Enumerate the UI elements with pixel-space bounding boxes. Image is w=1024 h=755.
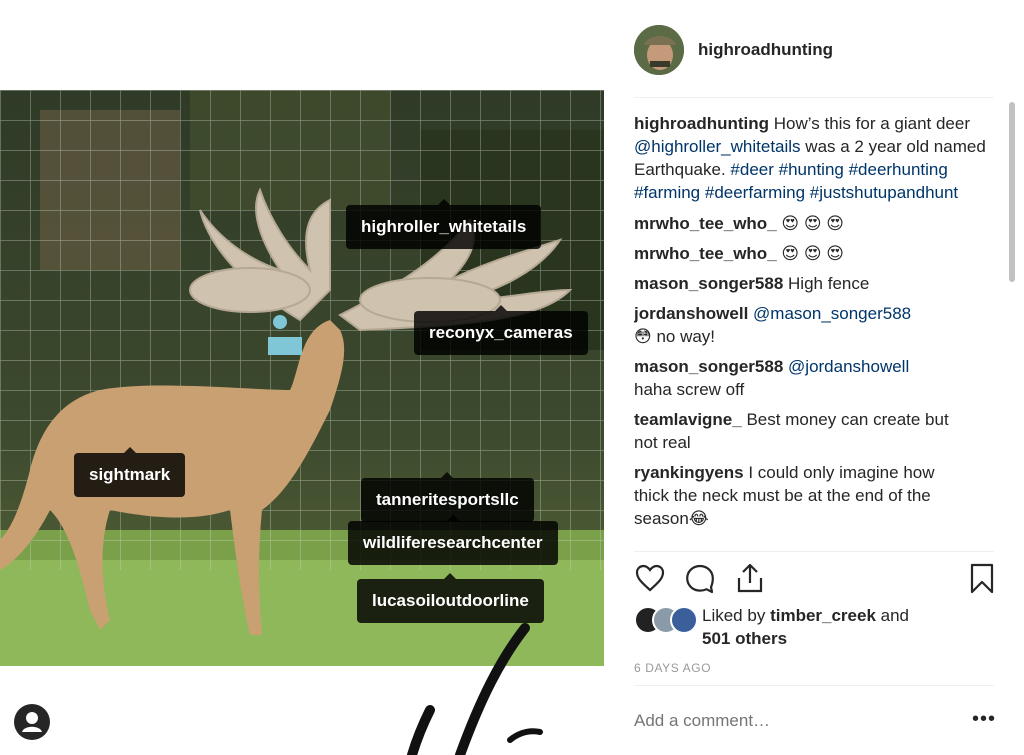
caption-text-1: How’s this for a giant deer [773,114,970,133]
comment-icon[interactable] [684,562,716,594]
comment-username[interactable]: jordanshowell [634,304,748,323]
liker-avatars [634,606,698,634]
photo-tag-reconyx-cameras[interactable]: reconyx_cameras [414,305,588,355]
comment-item: teamlavigne_ Best money can create but n… [634,408,994,454]
comment-item: mason_songer588 @jordanshowell haha scre… [634,355,994,401]
caption-mention[interactable]: @highroller_whitetails [634,137,801,156]
photo-tag-lucasoiloutdoorline[interactable]: lucasoiloutdoorline [357,573,544,623]
more-options-button[interactable]: ••• [972,708,996,731]
photo-tag-wildliferesearchcenter[interactable]: wildliferesearchcenter [348,515,558,565]
likes-text: Liked by timber_creek and 501 others [702,604,909,650]
likes-suffix: and [880,606,910,625]
bookmark-icon[interactable] [966,562,998,594]
comment-text: 😍 😍 😍 [781,244,845,263]
heart-icon[interactable] [634,562,666,594]
date-divider [634,685,994,686]
comment-mention[interactable]: @jordanshowell [788,357,909,376]
likes-prefix: Liked by [702,606,766,625]
comment-text: High fence [788,274,870,293]
comment-text: 😍 😍 😍 [781,214,845,233]
comment-text: 😳 no way! [634,327,716,346]
comments-scrollbar[interactable] [1009,102,1015,282]
likes-summary: Liked by timber_creek and 501 others [634,604,909,650]
comment-item: jordanshowell @mason_songer588 😳 no way! [634,302,994,348]
post-actions [634,562,998,598]
brush-stroke [407,623,543,755]
post-photo[interactable]: highroller_whitetails reconyx_cameras si… [0,90,604,666]
post-caption: highroadhunting How’s this for a giant d… [634,112,994,204]
add-comment-input[interactable] [634,711,934,731]
comment-item: ryankingyens I could only imagine how th… [634,461,994,530]
comment-username[interactable]: ryankingyens [634,463,744,482]
comment-username[interactable]: mrwho_tee_who_ [634,244,777,263]
comments-list: highroadhunting How’s this for a giant d… [634,112,994,550]
comment-item: mason_songer588 High fence [634,272,994,295]
photo-tag-sightmark[interactable]: sightmark [74,447,186,497]
share-icon[interactable] [734,562,766,594]
comment-username[interactable]: mason_songer588 [634,357,783,376]
comment-item: mrwho_tee_who_ 😍 😍 😍 [634,212,994,235]
comment-username[interactable]: mason_songer588 [634,274,783,293]
post-username[interactable]: highroadhunting [698,40,833,60]
comment-username[interactable]: teamlavigne_ [634,410,742,429]
post-date[interactable]: 6 DAYS AGO [634,661,711,675]
caption-username[interactable]: highroadhunting [634,114,769,133]
profile-avatar[interactable] [634,25,684,75]
header-divider [634,97,994,98]
photo-tag-highroller-whitetails[interactable]: highroller_whitetails [346,199,542,249]
user-icon[interactable] [14,704,50,740]
likes-others[interactable]: 501 others [702,629,787,648]
comment-item: mrwho_tee_who_ 😍 😍 😍 [634,242,994,265]
likes-user[interactable]: timber_creek [770,606,876,625]
comment-text: haha screw off [634,380,745,399]
comments-divider [634,551,994,552]
comment-mention[interactable]: @mason_songer588 [753,304,911,323]
post-header: highroadhunting [634,25,833,75]
comment-username[interactable]: mrwho_tee_who_ [634,214,777,233]
